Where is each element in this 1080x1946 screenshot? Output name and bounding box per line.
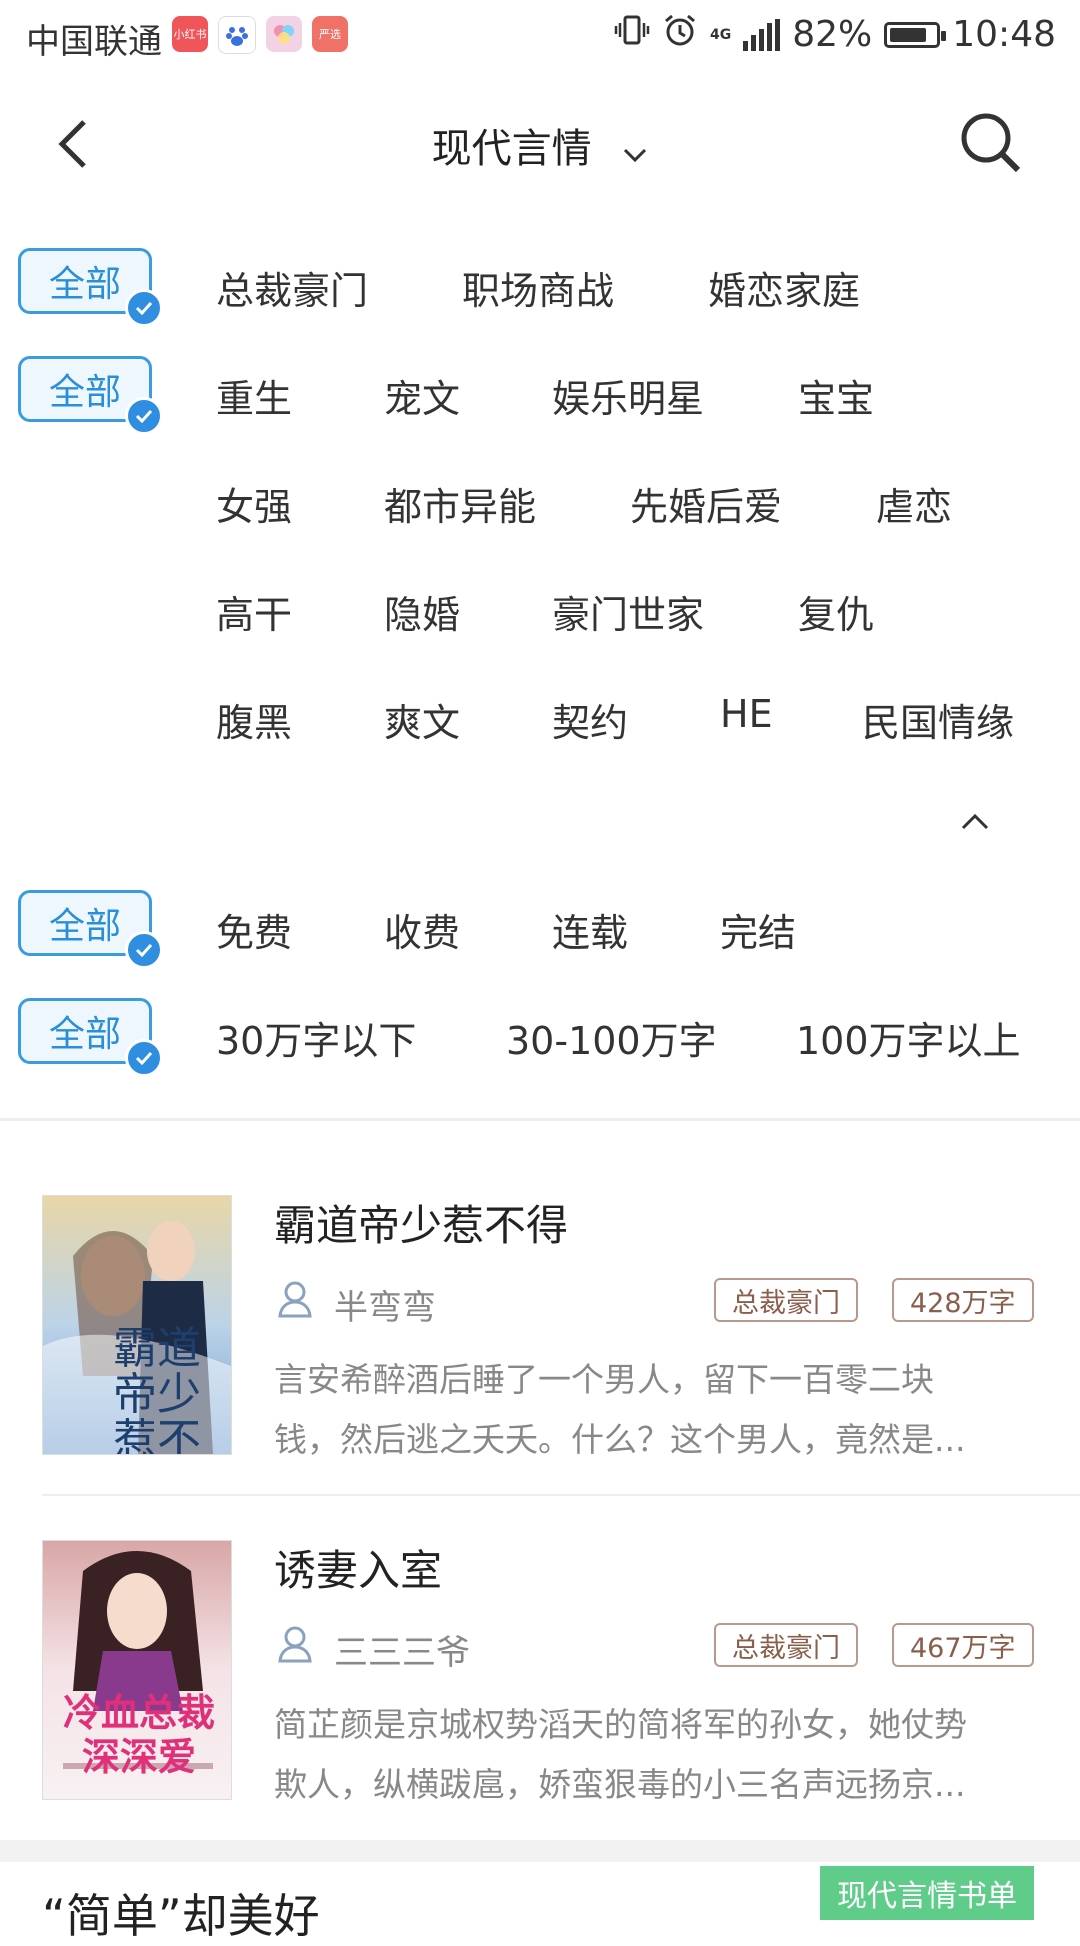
- filter-option[interactable]: 完结: [720, 902, 796, 957]
- filter-option[interactable]: 收费: [384, 902, 460, 957]
- filter-all-tags[interactable]: 全部: [18, 356, 163, 435]
- author-icon: [278, 1281, 312, 1318]
- filter-option[interactable]: 女强: [216, 476, 292, 531]
- book-description: 简芷颜是京城权势滔天的简将军的孙女，她仗势 欺人，纵横跋扈，娇蛮狠毒的小三名声远…: [274, 1695, 1034, 1815]
- signal-icon: [743, 18, 781, 51]
- filter-option[interactable]: 民国情缘: [862, 692, 1014, 747]
- chevron-up-icon: [961, 813, 989, 830]
- page-title: 现代言情: [431, 126, 592, 172]
- filter-option[interactable]: 30万字以下: [216, 1010, 416, 1065]
- collapse-tags-button[interactable]: [960, 812, 990, 832]
- status-indicators: 4G 82% 10:48: [614, 12, 1056, 57]
- search-button[interactable]: [958, 110, 1022, 174]
- status-bar: 中国联通 小红书 严选 4G 82% 10:48: [0, 0, 1080, 72]
- filter-option[interactable]: 连载: [552, 902, 628, 957]
- section-divider: [0, 1118, 1080, 1121]
- yanxuan-app-icon: 严选: [312, 16, 348, 52]
- category-tag: 总裁豪门: [714, 1278, 858, 1322]
- list-divider: [42, 1494, 1080, 1496]
- section-title: “简单”却美好: [42, 1889, 320, 1943]
- filter-option[interactable]: 总裁豪门: [216, 260, 368, 315]
- search-icon: [961, 113, 1021, 173]
- author-name: 三三三爷: [334, 1633, 470, 1673]
- filter-option[interactable]: 虐恋: [876, 476, 952, 531]
- category-dropdown[interactable]: 现代言情: [0, 116, 1080, 174]
- filter-option[interactable]: 婚恋家庭: [708, 260, 860, 315]
- filter-option[interactable]: 豪门世家: [552, 584, 704, 639]
- filter-option[interactable]: 30-100万字: [506, 1010, 717, 1065]
- all-label: 全部: [48, 264, 121, 305]
- check-icon: [125, 397, 163, 435]
- book-title: 诱妻入室: [274, 1546, 443, 1595]
- cover-title: 霸道帝少惹不得: [113, 1323, 201, 1455]
- filter-option[interactable]: 娱乐明星: [552, 368, 704, 423]
- vibrate-icon: [614, 12, 650, 57]
- top-bar: 现代言情: [0, 72, 1080, 212]
- chevron-down-icon: [622, 128, 648, 174]
- battery-level: [890, 27, 927, 42]
- notification-icons: 小红书 严选: [172, 16, 348, 54]
- filter-option[interactable]: 宝宝: [798, 368, 874, 423]
- battery-icon: [884, 21, 947, 48]
- alarm-icon: [662, 12, 698, 57]
- author-icon: [278, 1626, 312, 1663]
- book-item[interactable]: 冷血总裁深深爱 诱妻入室 三三三爷 总裁豪门 467万字 简芷颜是京城权势滔天的…: [0, 1525, 1080, 1825]
- description-line: 简芷颜是京城权势滔天的简将军的孙女，她仗势: [274, 1705, 967, 1744]
- baidu-app-icon: [218, 16, 256, 54]
- description-line: 钱，然后逃之夭夭。什么？这个男人，竟然是...: [274, 1420, 966, 1459]
- word-count-tag: 467万字: [892, 1623, 1034, 1667]
- filter-option[interactable]: 宠文: [384, 368, 460, 423]
- word-count-tag: 428万字: [892, 1278, 1034, 1322]
- filter-option[interactable]: 职场商战: [462, 260, 614, 315]
- xiaohongshu-app-icon: 小红书: [172, 16, 208, 52]
- filter-all-status[interactable]: 全部: [18, 890, 163, 969]
- check-icon: [125, 289, 163, 327]
- filter-option[interactable]: 契约: [552, 692, 628, 747]
- battery-percent: 82%: [792, 14, 873, 55]
- filter-option[interactable]: 复仇: [798, 584, 874, 639]
- filter-option[interactable]: 爽文: [384, 692, 460, 747]
- section-gap: [0, 1840, 1080, 1862]
- clock: 10:48: [952, 14, 1056, 55]
- filter-option[interactable]: 高干: [216, 584, 292, 639]
- filter-all-subcategory[interactable]: 全部: [18, 248, 163, 327]
- book-cover: 冷血总裁深深爱: [42, 1540, 232, 1800]
- gallery-app-icon: [266, 16, 302, 52]
- network-type: 4G: [710, 26, 732, 43]
- filter-option[interactable]: 先婚后爱: [630, 476, 782, 531]
- filter-option[interactable]: 100万字以上: [796, 1010, 1021, 1065]
- filter-option[interactable]: 腹黑: [216, 692, 292, 747]
- filter-option[interactable]: 重生: [216, 368, 292, 423]
- filter-option[interactable]: 都市异能: [384, 476, 536, 531]
- filter-option[interactable]: HE: [720, 692, 773, 736]
- filter-option[interactable]: 免费: [216, 902, 292, 957]
- book-title: 霸道帝少惹不得: [274, 1201, 569, 1250]
- filter-option[interactable]: 隐婚: [384, 584, 460, 639]
- all-label: 全部: [48, 906, 121, 947]
- book-description: 言安希醉酒后睡了一个男人，留下一百零二块 钱，然后逃之夭夭。什么？这个男人，竟然…: [274, 1350, 1034, 1470]
- description-line: 言安希醉酒后睡了一个男人，留下一百零二块: [274, 1360, 934, 1399]
- check-icon: [125, 1039, 163, 1077]
- booklist-button[interactable]: 现代言情书单: [820, 1866, 1034, 1920]
- all-label: 全部: [48, 1014, 121, 1055]
- category-tag: 总裁豪门: [714, 1623, 858, 1667]
- carrier-name: 中国联通: [26, 22, 162, 62]
- cover-title: 冷血总裁深深爱: [62, 1690, 215, 1779]
- check-icon: [125, 931, 163, 969]
- book-cover: 霸道帝少惹不得: [42, 1195, 232, 1455]
- book-item[interactable]: 霸道帝少惹不得 霸道帝少惹不得 半弯弯 总裁豪门 428万字 言安希醉酒后睡了一…: [0, 1180, 1080, 1480]
- description-line: 欺人，纵横跋扈，娇蛮狠毒的小三名声远扬京...: [274, 1765, 966, 1804]
- all-label: 全部: [48, 372, 121, 413]
- filter-all-length[interactable]: 全部: [18, 998, 163, 1077]
- author-name: 半弯弯: [334, 1288, 436, 1328]
